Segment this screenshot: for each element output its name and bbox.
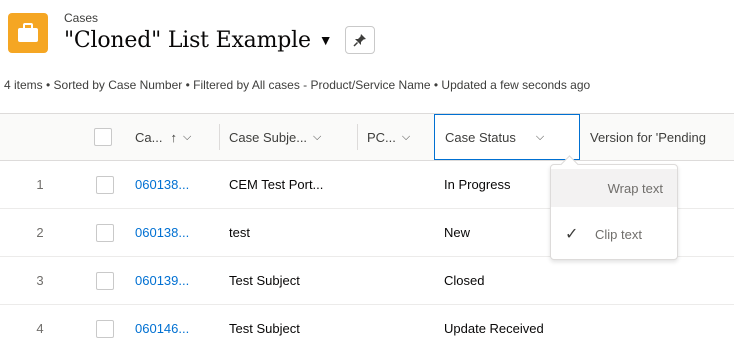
case-number-link[interactable]: 060139... [135, 257, 189, 304]
chevron-down-icon[interactable]: ⌵ [536, 131, 544, 144]
case-number-link[interactable]: 060146... [135, 305, 189, 352]
list-view-title-row: "Cloned" List Example ▼ [64, 26, 375, 54]
case-number-link[interactable]: 060138... [135, 209, 189, 256]
list-view-title[interactable]: "Cloned" List Example [64, 28, 311, 53]
row-select-cell [96, 209, 114, 256]
chevron-down-icon[interactable]: ⌵ [402, 131, 410, 144]
case-subject: CEM Test Port... [229, 177, 324, 192]
column-header-version[interactable]: Version for 'Pending [580, 114, 734, 160]
chevron-down-icon[interactable]: ⌵ [313, 131, 321, 144]
sort-ascending-icon: ↑ [170, 129, 177, 145]
column-label: PC... [367, 129, 396, 145]
row-checkbox[interactable] [96, 271, 114, 290]
checkmark-icon: ✓ [565, 226, 579, 243]
row-number: 2 [36, 225, 44, 240]
case-subject: test [229, 225, 250, 240]
case-number-link[interactable]: 060138... [135, 161, 189, 208]
wrap-text-label: Wrap text [607, 180, 663, 196]
object-label: Cases [64, 11, 99, 25]
clip-text-label: Clip text [595, 226, 642, 242]
clip-text-menu-item[interactable]: ✓ Clip text [551, 215, 677, 253]
column-header-case-subject[interactable]: Case Subje... ⌵ [220, 114, 358, 160]
case-status: In Progress [444, 177, 511, 192]
column-header-case-status[interactable]: Case Status ⌵ [434, 114, 580, 160]
row-checkbox[interactable] [96, 319, 114, 338]
cases-object-icon [8, 13, 48, 53]
column-actions-menu: Wrap text ✓ Clip text [550, 164, 678, 260]
row-select-cell [96, 257, 114, 304]
column-label: Version for 'Pending [590, 129, 706, 145]
chevron-down-icon[interactable]: ⌵ [183, 131, 191, 144]
row-number: 3 [36, 273, 44, 288]
column-label: Case Subje... [229, 129, 308, 145]
case-status: Closed [444, 273, 485, 288]
case-subject: Test Subject [229, 273, 300, 288]
case-status: New [444, 225, 471, 240]
row-select-cell [96, 305, 114, 352]
row-number: 1 [36, 177, 44, 192]
row-checkbox[interactable] [96, 175, 114, 194]
row-number: 4 [36, 321, 44, 336]
column-label: Case Status [445, 129, 516, 145]
column-header-case-number[interactable]: Ca... ↑ ⌵ [125, 114, 220, 160]
table-header: Ca... ↑ ⌵ Case Subje... ⌵ PC... ⌵ Case S… [0, 113, 734, 161]
column-label: Ca... [135, 129, 163, 145]
list-view-meta: 4 items • Sorted by Case Number • Filter… [4, 78, 591, 92]
table-row[interactable]: 3 060139... Test Subject Closed [0, 257, 734, 305]
pin-icon [353, 34, 366, 47]
wrap-text-menu-item[interactable]: Wrap text [551, 169, 677, 207]
case-subject: Test Subject [229, 321, 300, 336]
column-header-pc[interactable]: PC... ⌵ [358, 114, 434, 160]
row-checkbox[interactable] [96, 223, 114, 242]
select-all-checkbox[interactable] [93, 128, 112, 146]
list-view-switcher-icon[interactable]: ▼ [319, 32, 333, 48]
select-all-cell [80, 114, 125, 160]
row-select-cell [96, 161, 114, 208]
table-row[interactable]: 4 060146... Test Subject Update Received [0, 305, 734, 352]
case-status: Update Received [444, 321, 544, 336]
pin-list-view-button[interactable] [344, 26, 375, 54]
